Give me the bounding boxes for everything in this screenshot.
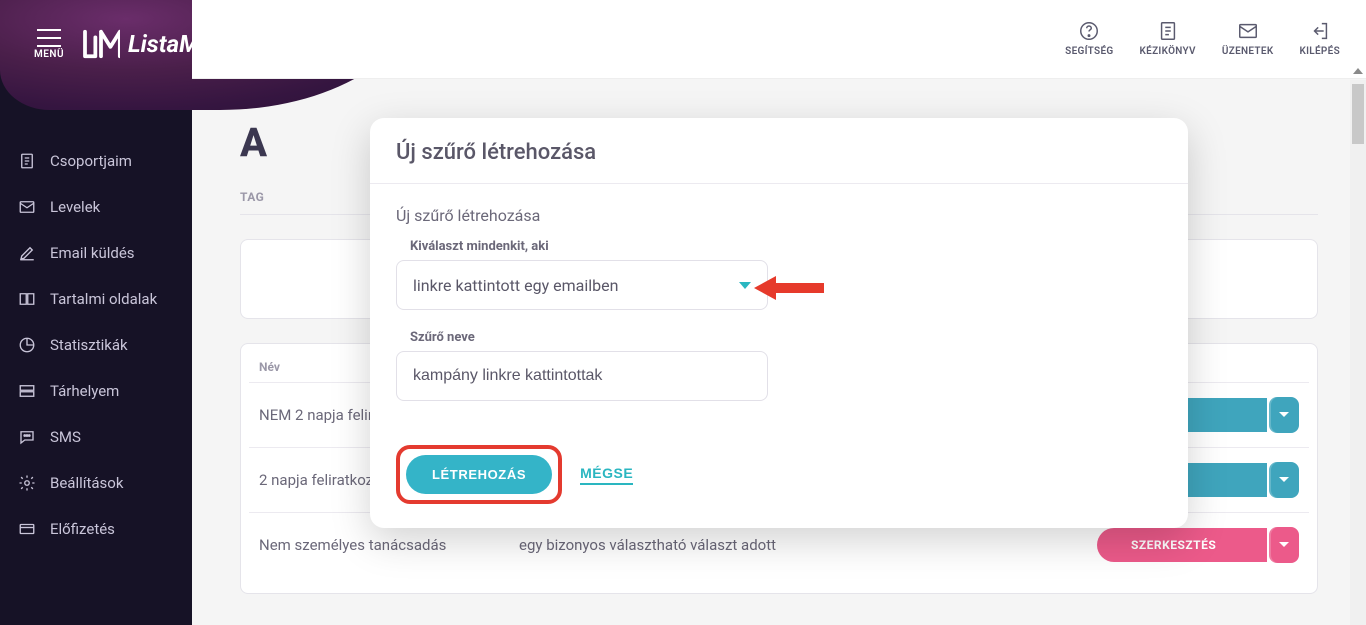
logo-mark-icon — [82, 28, 120, 60]
create-button[interactable]: LÉTREHOZÁS — [406, 455, 552, 494]
sidebar-item-groups[interactable]: Csoportjaim — [0, 138, 192, 184]
pencil-icon — [18, 244, 36, 262]
sidebar-item-content-pages[interactable]: Tartalmi oldalak — [0, 276, 192, 322]
sidebar-item-label: SMS — [50, 428, 81, 446]
gear-icon — [18, 474, 36, 492]
sidebar-item-subscription[interactable]: Előfizetés — [0, 506, 192, 552]
envelope-icon — [18, 198, 36, 216]
pie-chart-icon — [18, 336, 36, 354]
clipboard-icon — [18, 152, 36, 170]
annotation-highlight-box: LÉTREHOZÁS — [396, 445, 562, 504]
hamburger-icon — [37, 29, 61, 47]
sidebar-item-letters[interactable]: Levelek — [0, 184, 192, 230]
modal-new-filter: Új szűrő létrehozása Új szűrő létrehozás… — [370, 118, 1188, 528]
chat-icon — [18, 428, 36, 446]
field-filter-name: Szűrő neve — [396, 330, 1162, 401]
sidebar-item-label: Csoportjaim — [50, 152, 132, 170]
modal-footer: LÉTREHOZÁS MÉGSE — [370, 429, 1188, 528]
select-value: linkre kattintott egy emailben — [413, 276, 618, 295]
modal-subtitle: Új szűrő létrehozása — [396, 206, 1162, 225]
book-icon — [18, 290, 36, 308]
annotation-arrow-icon — [754, 272, 824, 308]
sidebar-item-label: Email küldés — [50, 244, 135, 262]
filter-name-input[interactable] — [396, 351, 768, 401]
sidebar-item-label: Tartalmi oldalak — [50, 290, 157, 308]
credit-card-icon — [18, 520, 36, 538]
chevron-down-icon — [739, 282, 751, 289]
sidebar-item-label: Előfizetés — [50, 520, 115, 538]
sidebar-header: MENÜ ListaMester — [0, 0, 192, 88]
menu-button[interactable]: MENÜ — [34, 29, 64, 60]
cancel-button[interactable]: MÉGSE — [580, 465, 633, 485]
sidebar-item-storage[interactable]: Tárhelyem — [0, 368, 192, 414]
sidebar-item-label: Beállítások — [50, 474, 123, 492]
sidebar: MENÜ ListaMester Csoportjaim Levelek Ema… — [0, 0, 192, 625]
sidebar-item-send-email[interactable]: Email küldés — [0, 230, 192, 276]
sidebar-item-label: Tárhelyem — [50, 382, 119, 400]
sidebar-item-label: Statisztikák — [50, 336, 128, 354]
filter-type-select[interactable]: linkre kattintott egy emailben — [396, 260, 768, 310]
modal-title: Új szűrő létrehozása — [370, 118, 1188, 184]
sidebar-item-statistics[interactable]: Statisztikák — [0, 322, 192, 368]
field-label: Szűrő neve — [410, 330, 1162, 345]
storage-icon — [18, 382, 36, 400]
sidebar-nav: Csoportjaim Levelek Email küldés Tartalm… — [0, 138, 192, 552]
sidebar-item-label: Levelek — [50, 198, 100, 216]
main: SEGÍTSÉG KÉZIKÖNYV ÜZENETEK KILÉPÉS Ahid… — [192, 0, 1366, 625]
menu-button-label: MENÜ — [34, 49, 64, 60]
sidebar-item-settings[interactable]: Beállítások — [0, 460, 192, 506]
sidebar-item-sms[interactable]: SMS — [0, 414, 192, 460]
field-label: Kiválaszt mindenkit, aki — [410, 239, 1162, 254]
